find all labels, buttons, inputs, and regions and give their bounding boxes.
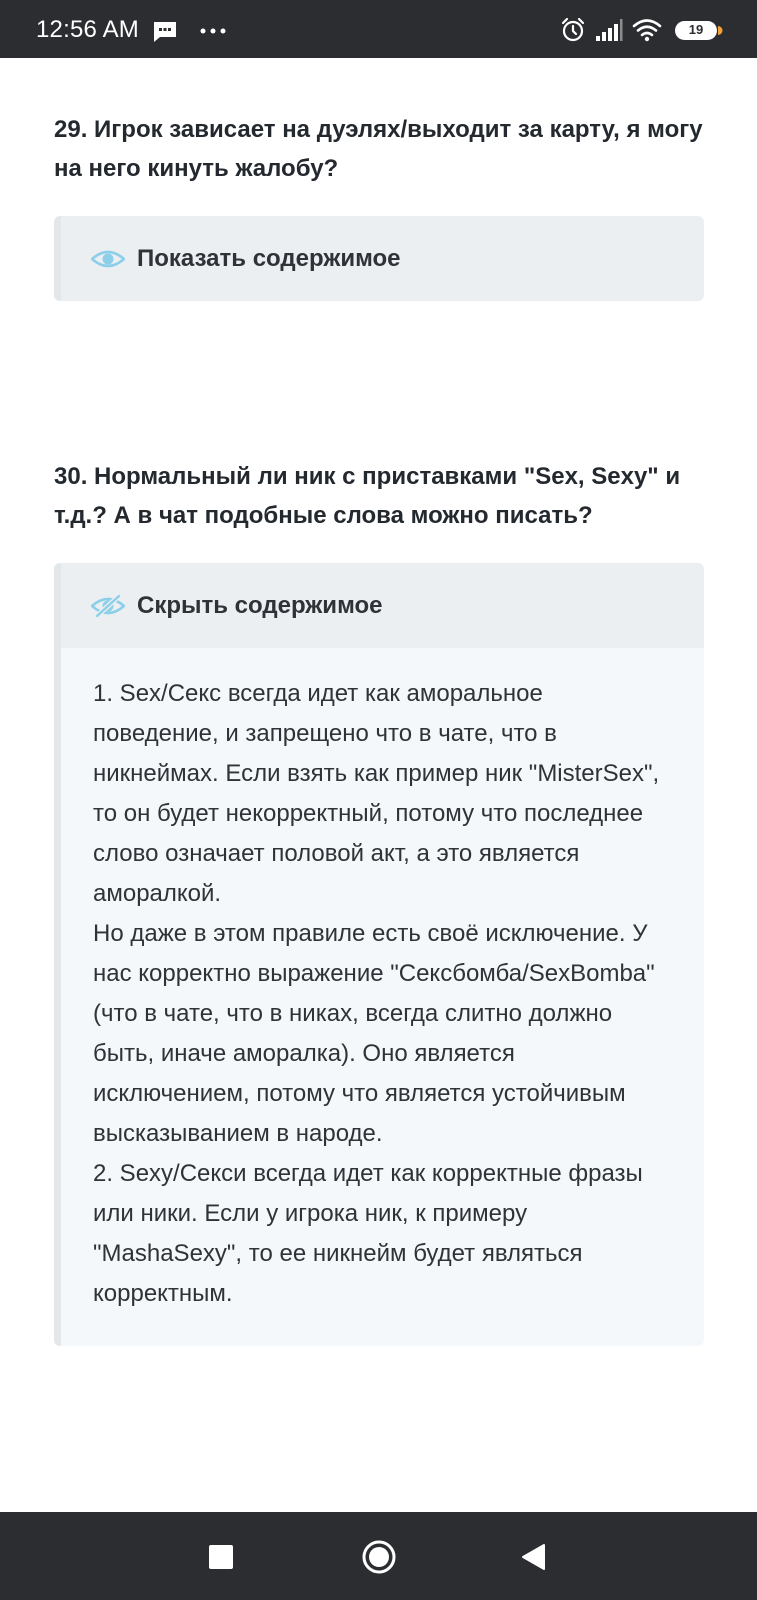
eye-icon: [91, 250, 125, 267]
spoiler-content: 1. Sex/Секс всегда идет как аморальное п…: [61, 648, 704, 1346]
status-time: 12:56 AM: [36, 16, 140, 43]
status-bar: 12:56 AM 19: [0, 0, 757, 58]
content-paragraph: Но даже в этом правиле есть своё исключе…: [93, 920, 655, 1147]
wifi-icon: [632, 19, 662, 42]
eye-slash-icon: [91, 593, 125, 618]
back-button[interactable]: [520, 1543, 546, 1571]
spoiler-block-29: Показать содержимое: [54, 216, 704, 301]
spoiler-toggle-label: Показать содержимое: [137, 244, 401, 272]
spoiler-toggle-label: Скрыть содержимое: [137, 591, 383, 619]
battery-icon: 19: [674, 20, 724, 41]
signal-icon: [596, 19, 623, 41]
alarm-icon: [561, 17, 585, 42]
navigation-bar: [0, 1512, 757, 1600]
spoiler-block-30: Скрыть содержимое 1. Sex/Секс всегда иде…: [54, 563, 704, 1346]
faq-question-30: 30. Нормальный ли ник с приставками "Sex…: [54, 463, 681, 529]
message-icon: [154, 22, 176, 42]
faq-question-29: 29. Игрок зависает на дуэлях/выходит за …: [54, 116, 703, 182]
content-paragraph: 2. Sexy/Секси всегда идет как корректные…: [93, 1160, 643, 1307]
content-paragraph: 1. Sex/Секс всегда идет как аморальное п…: [93, 680, 660, 907]
more-dots-icon: [200, 28, 226, 34]
spoiler-toggle-show[interactable]: Показать содержимое: [61, 216, 704, 301]
home-button[interactable]: [361, 1539, 397, 1575]
spoiler-toggle-hide[interactable]: Скрыть содержимое: [61, 563, 704, 648]
battery-level: 19: [688, 22, 704, 37]
recents-button[interactable]: [208, 1544, 234, 1570]
